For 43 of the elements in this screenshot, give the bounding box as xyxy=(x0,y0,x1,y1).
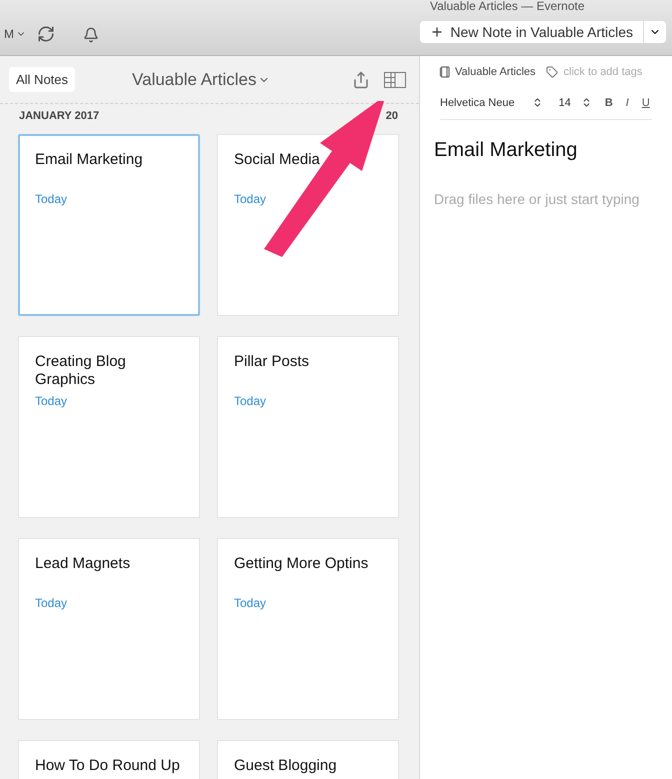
format-button[interactable]: U xyxy=(642,94,650,111)
note-card[interactable]: Creating Blog Graphics Today xyxy=(18,336,200,518)
note-card[interactable]: Getting More Optins Today xyxy=(217,538,399,720)
note-title: Social Media xyxy=(234,151,321,170)
note-title: Pillar Posts xyxy=(234,353,310,372)
notebook-name[interactable]: Valuable Articles xyxy=(455,64,536,80)
note-date: Today xyxy=(35,191,68,208)
new-note-button[interactable]: New Note in Valuable Articles xyxy=(420,21,643,43)
note-title: Email Marketing xyxy=(35,151,144,170)
note-title: Creating Blog Graphics xyxy=(35,353,127,389)
note-title: How To Do Round Up xyxy=(35,757,181,776)
note-card[interactable]: Pillar Posts Today xyxy=(217,336,399,518)
plus-icon xyxy=(430,25,444,39)
size-select[interactable]: 14 xyxy=(558,94,571,111)
note-title: Getting More Optins xyxy=(234,555,370,574)
all-notes-button[interactable]: All Notes xyxy=(9,66,76,92)
format-button[interactable]: I xyxy=(626,94,629,111)
note-count: 20 xyxy=(386,108,398,124)
note-date: Today xyxy=(234,393,268,410)
note-date: Today xyxy=(35,595,68,612)
share-icon[interactable] xyxy=(352,70,370,88)
format-button[interactable]: B xyxy=(604,94,613,111)
notebook-title[interactable]: Valuable Articles xyxy=(132,66,270,92)
font-select[interactable]: Helvetica Neue xyxy=(440,94,515,111)
tag-icon xyxy=(546,66,558,78)
note-card[interactable]: Email Marketing Today xyxy=(18,134,200,316)
note-title-field[interactable]: Email Marketing xyxy=(434,135,652,165)
account-menu[interactable]: M xyxy=(4,25,26,43)
notification-icon[interactable] xyxy=(83,27,99,43)
window-title: Valuable Articles — Evernote xyxy=(430,0,585,15)
note-card[interactable]: How To Do Round Up xyxy=(18,740,200,779)
note-date: Today xyxy=(35,393,68,410)
note-date: Today xyxy=(234,595,268,612)
note-card[interactable]: Guest Blogging xyxy=(217,740,399,779)
note-title: Guest Blogging xyxy=(234,757,338,776)
note-title: Lead Magnets xyxy=(35,555,132,574)
new-note-dropdown[interactable] xyxy=(644,21,666,43)
note-card[interactable]: Lead Magnets Today xyxy=(18,538,200,720)
notebook-icon xyxy=(439,66,451,78)
sync-icon[interactable] xyxy=(37,25,55,43)
grid-view-icon[interactable] xyxy=(384,72,406,88)
note-date: Today xyxy=(234,191,268,208)
month-heading: JANUARY 2017 xyxy=(19,108,100,124)
